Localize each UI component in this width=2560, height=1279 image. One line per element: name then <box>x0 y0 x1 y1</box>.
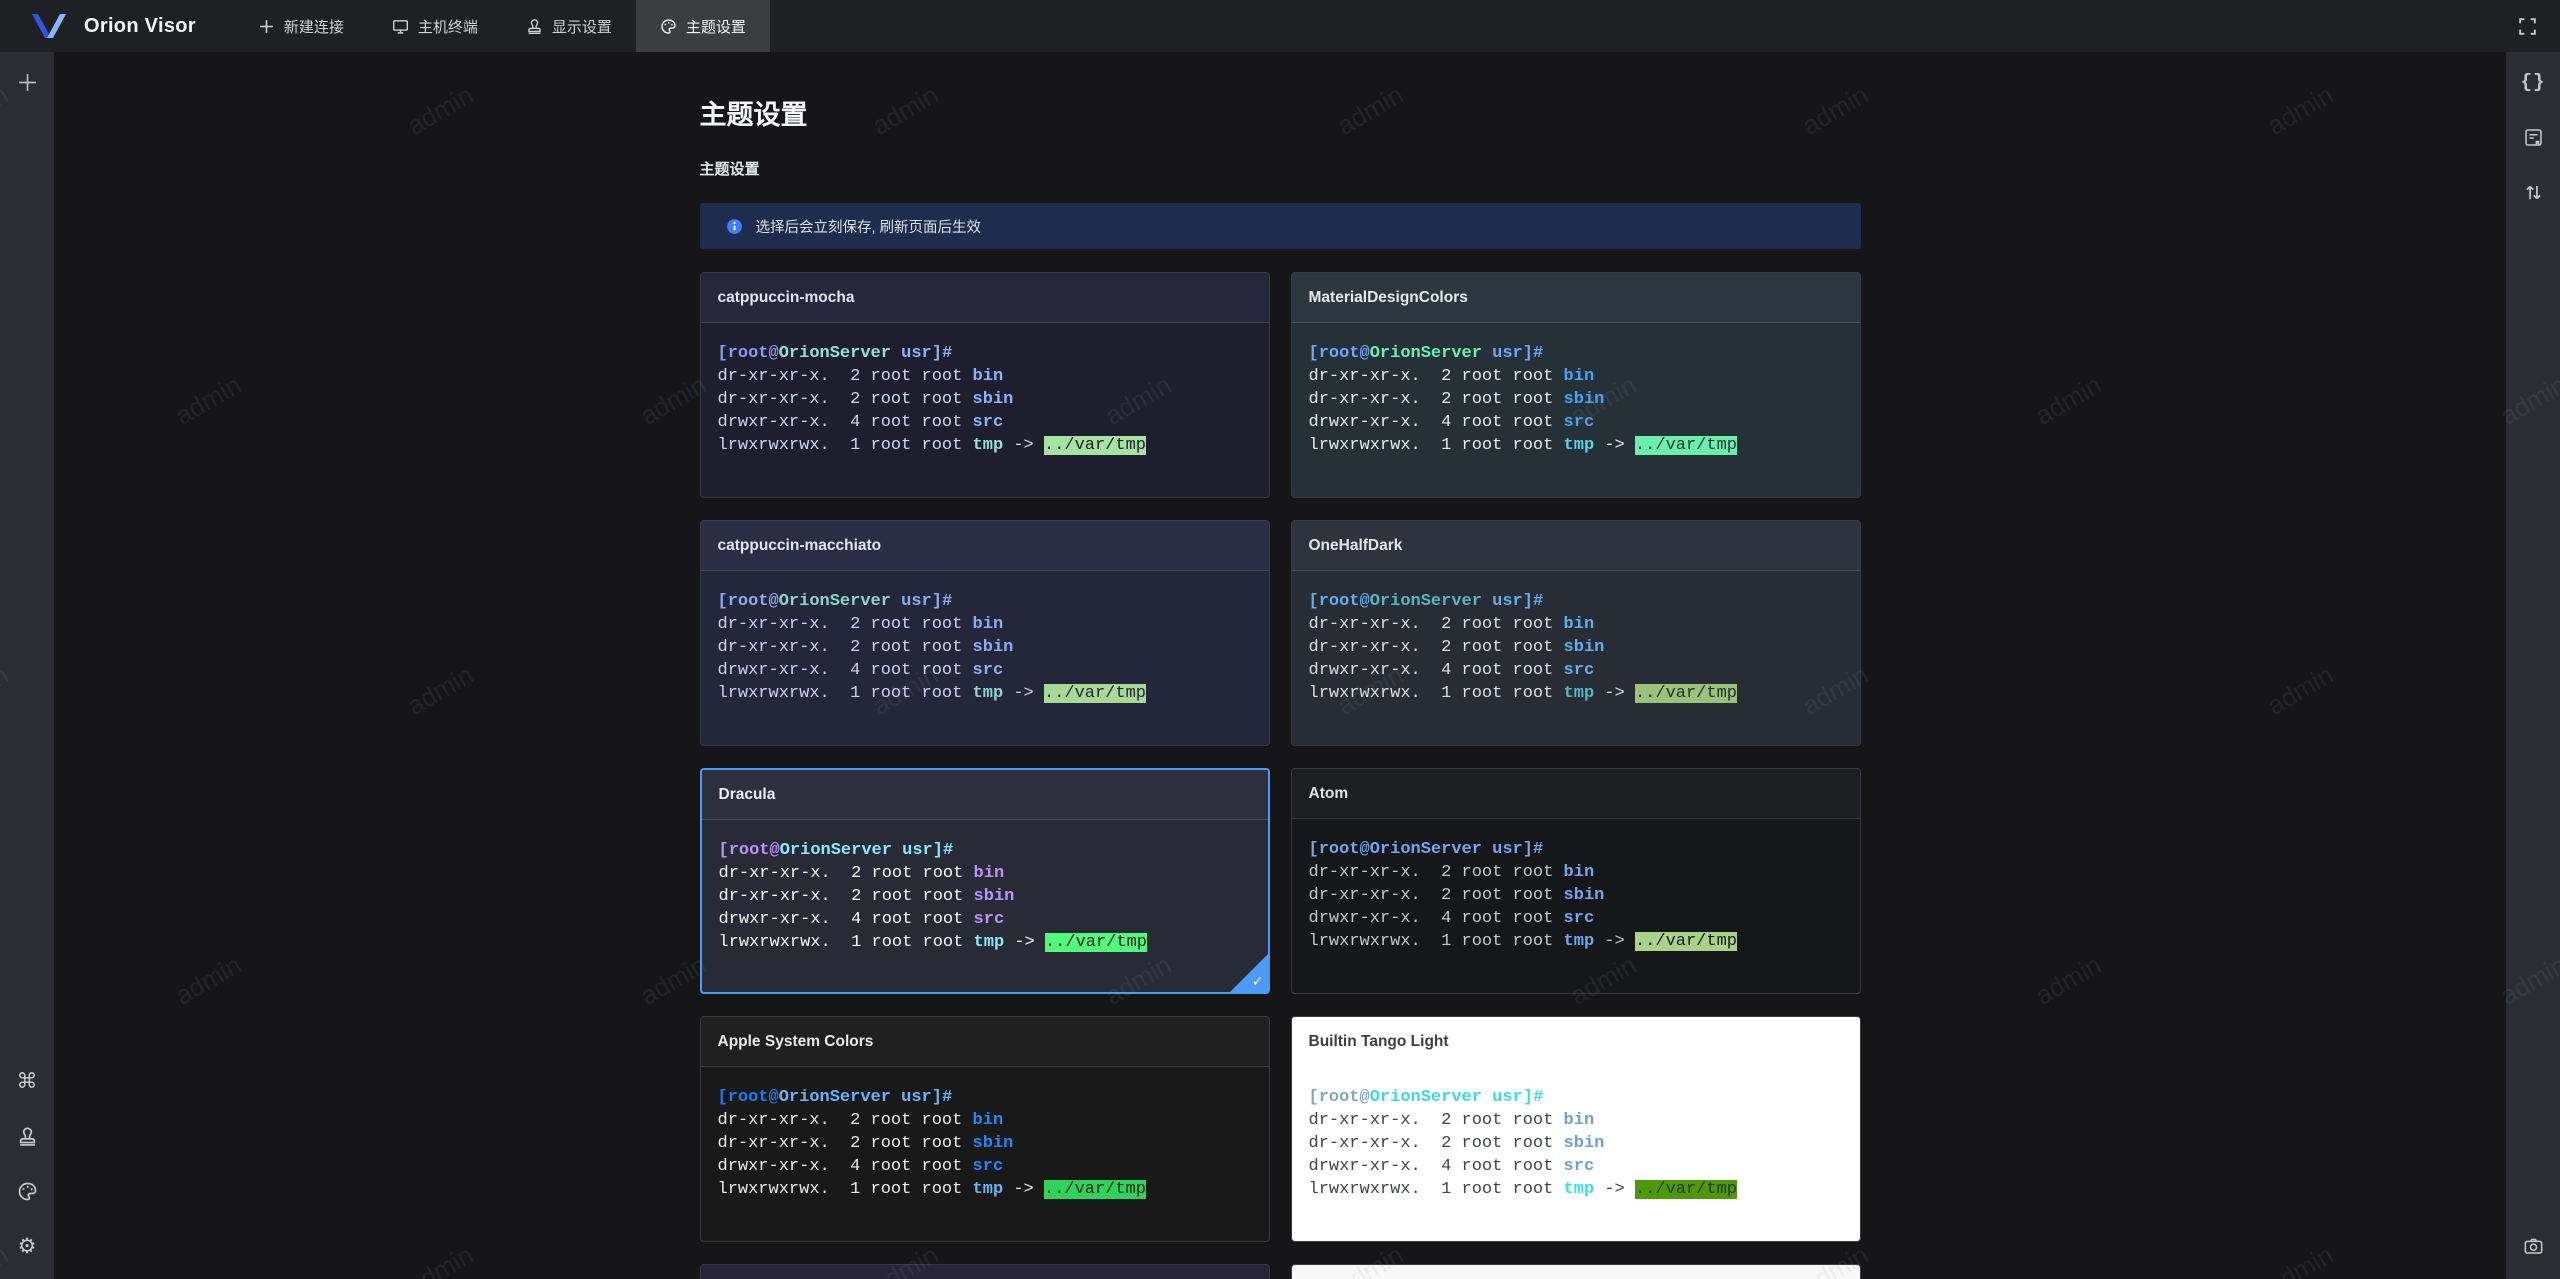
theme-terminal-preview: [root@OrionServer usr]# dr-xr-xr-x. 2 ro… <box>1308 592 1737 703</box>
braces-icon[interactable]: {} <box>2516 65 2550 99</box>
swap-vertical-icon[interactable] <box>2516 175 2550 209</box>
theme-terminal-preview: [root@OrionServer usr]# dr-xr-xr-x. 2 ro… <box>717 592 1146 703</box>
stamp-icon[interactable] <box>10 1119 44 1153</box>
check-icon: ✓ <box>1251 974 1264 990</box>
theme-card-title: MaterialDesignColors <box>1291 273 1860 323</box>
theme-card[interactable]: Dracula [root@OrionServer usr]# dr-xr-xr… <box>699 768 1270 994</box>
stamp-icon <box>526 18 543 35</box>
tab-new-connection[interactable]: 新建连接 <box>234 0 368 52</box>
theme-card-title: Apple System Colors <box>700 1017 1269 1067</box>
brand: Orion Visor <box>0 0 234 52</box>
header-right <box>2510 0 2560 52</box>
tab-display-settings[interactable]: 显示设置 <box>502 0 636 52</box>
theme-card-partial[interactable] <box>1290 1264 1861 1279</box>
plus-icon <box>258 18 275 35</box>
symlink-highlight: ../var/tmp <box>1043 436 1146 455</box>
app-window: Orion Visor 新建连接 主机终端 显示设置 主题设置 ⌘ ⚙ {} 主… <box>0 0 2560 1279</box>
app-title: Orion Visor <box>84 14 196 37</box>
orion-visor-logo-icon <box>32 14 66 38</box>
left-sidebar: ⌘ ⚙ <box>0 52 54 1279</box>
symlink-highlight: ../var/tmp <box>1634 1180 1737 1199</box>
palette-icon[interactable] <box>10 1174 44 1208</box>
plus-icon[interactable] <box>10 65 44 99</box>
theme-grid: catppuccin-mocha [root@OrionServer usr]#… <box>699 272 1861 1279</box>
theme-card-title: OneHalfDark <box>1291 521 1860 571</box>
symlink-highlight: ../var/tmp <box>1634 684 1737 703</box>
tab-theme-settings[interactable]: 主题设置 <box>635 0 770 52</box>
main-area: 主题设置 主题设置 选择后会立刻保存, 刷新页面后生效 catppuccin-m… <box>54 52 2506 1279</box>
theme-card-title: catppuccin-macchiato <box>700 521 1269 571</box>
theme-card[interactable]: Builtin Tango Light [root@OrionServer us… <box>1290 1016 1861 1242</box>
theme-terminal-preview: [root@OrionServer usr]# dr-xr-xr-x. 2 ro… <box>718 841 1147 952</box>
top-header: Orion Visor 新建连接 主机终端 显示设置 主题设置 <box>0 0 2560 52</box>
theme-card-title: catppuccin-mocha <box>700 273 1269 323</box>
info-alert: 选择后会立刻保存, 刷新页面后生效 <box>699 203 1861 249</box>
theme-terminal-preview: [root@OrionServer usr]# dr-xr-xr-x. 2 ro… <box>717 1088 1146 1199</box>
theme-terminal-preview: [root@OrionServer usr]# dr-xr-xr-x. 2 ro… <box>717 344 1146 455</box>
theme-card-title: Dracula <box>701 770 1268 820</box>
theme-card[interactable]: Apple System Colors [root@OrionServer us… <box>699 1016 1270 1242</box>
theme-card[interactable]: OneHalfDark [root@OrionServer usr]# dr-x… <box>1290 520 1861 746</box>
palette-icon <box>660 18 677 35</box>
right-sidebar: {} <box>2506 52 2560 1279</box>
header-tabs: 新建连接 主机终端 显示设置 主题设置 <box>234 0 770 52</box>
theme-card[interactable]: MaterialDesignColors [root@OrionServer u… <box>1290 272 1861 498</box>
document-bookmark-icon[interactable] <box>2516 120 2550 154</box>
gear-icon[interactable]: ⚙ <box>10 1229 44 1263</box>
symlink-highlight: ../var/tmp <box>1044 933 1147 952</box>
section-title: 主题设置 <box>699 161 760 178</box>
info-icon <box>726 218 742 234</box>
theme-card-title: Atom <box>1291 769 1860 819</box>
theme-terminal-preview: [root@OrionServer usr]# dr-xr-xr-x. 2 ro… <box>1308 1088 1737 1199</box>
theme-card[interactable]: catppuccin-macchiato [root@OrionServer u… <box>699 520 1270 746</box>
theme-terminal-preview: [root@OrionServer usr]# dr-xr-xr-x. 2 ro… <box>1308 840 1737 951</box>
theme-card-partial[interactable] <box>699 1264 1270 1279</box>
theme-terminal-preview: [root@OrionServer usr]# dr-xr-xr-x. 2 ro… <box>1308 344 1737 455</box>
monitor-icon <box>392 18 409 35</box>
fullscreen-icon[interactable] <box>2510 9 2544 43</box>
camera-icon[interactable] <box>2516 1229 2550 1263</box>
symlink-highlight: ../var/tmp <box>1043 1180 1146 1199</box>
theme-card[interactable]: Atom [root@OrionServer usr]# dr-xr-xr-x.… <box>1290 768 1861 994</box>
alert-text: 选择后会立刻保存, 刷新页面后生效 <box>755 219 982 236</box>
symlink-highlight: ../var/tmp <box>1634 436 1737 455</box>
theme-card-title: Builtin Tango Light <box>1291 1017 1860 1067</box>
command-icon[interactable]: ⌘ <box>10 1064 44 1098</box>
symlink-highlight: ../var/tmp <box>1043 684 1146 703</box>
tab-host-terminal[interactable]: 主机终端 <box>368 0 502 52</box>
page-title: 主题设置 <box>699 100 808 130</box>
symlink-highlight: ../var/tmp <box>1634 932 1737 951</box>
theme-card[interactable]: catppuccin-mocha [root@OrionServer usr]#… <box>699 272 1270 498</box>
